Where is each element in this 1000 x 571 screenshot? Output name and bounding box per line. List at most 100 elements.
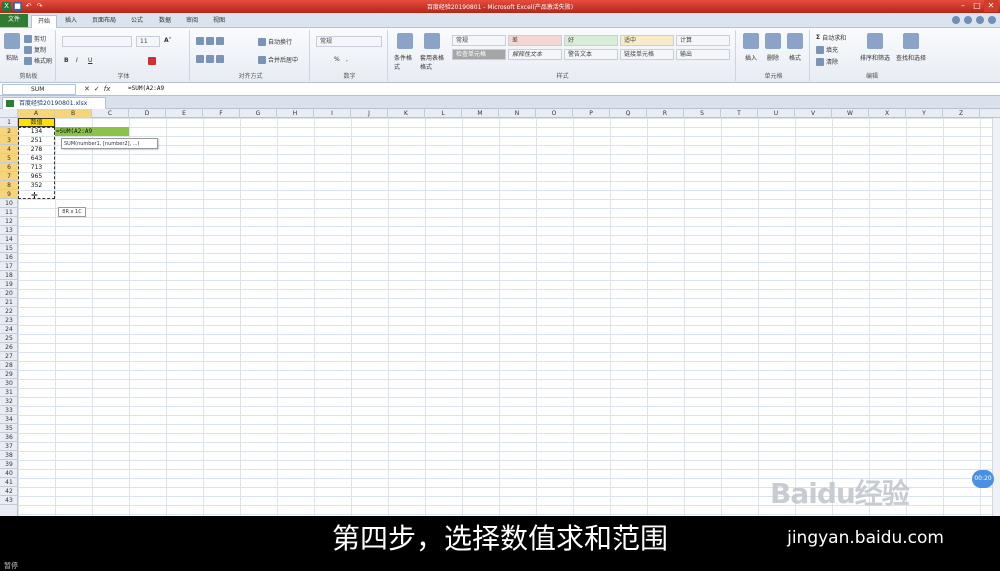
cancel-entry-icon[interactable]: ✕ xyxy=(84,84,90,95)
column-header-h[interactable]: H xyxy=(277,109,314,118)
row-header-6[interactable]: 6 xyxy=(0,163,18,172)
row-header-35[interactable]: 35 xyxy=(0,424,18,433)
row-header-37[interactable]: 37 xyxy=(0,442,18,451)
row-header-10[interactable]: 10 xyxy=(0,199,18,208)
row-header-41[interactable]: 41 xyxy=(0,478,18,487)
font-size-box[interactable]: 11 xyxy=(136,36,160,47)
help-icon[interactable] xyxy=(952,16,960,24)
row-header-23[interactable]: 23 xyxy=(0,316,18,325)
align-buttons[interactable] xyxy=(196,37,224,45)
row-header-31[interactable]: 31 xyxy=(0,388,18,397)
column-header-g[interactable]: G xyxy=(240,109,277,118)
cell-A7[interactable]: 965 xyxy=(18,172,55,181)
underline-button[interactable]: U xyxy=(88,57,92,64)
percent-button[interactable]: % xyxy=(334,56,340,63)
row-header-17[interactable]: 17 xyxy=(0,262,18,271)
style-normal[interactable]: 常规 xyxy=(452,35,506,46)
column-header-f[interactable]: F xyxy=(203,109,240,118)
style-linked-cell[interactable]: 链接单元格 xyxy=(620,49,674,60)
formula-input[interactable]: =SUM(A2:A9 xyxy=(128,84,994,95)
paste-button[interactable]: 粘贴 xyxy=(4,33,20,62)
tab-formulas[interactable]: 公式 xyxy=(125,15,149,28)
merge-center-button[interactable]: 合并后居中 xyxy=(258,55,298,64)
row-header-22[interactable]: 22 xyxy=(0,307,18,316)
row-header-20[interactable]: 20 xyxy=(0,289,18,298)
row-header-42[interactable]: 42 xyxy=(0,487,18,496)
row-header-9[interactable]: 9 xyxy=(0,190,18,199)
column-header-e[interactable]: E xyxy=(166,109,203,118)
ribbon-minimize-icon[interactable] xyxy=(964,16,972,24)
autosum-button[interactable]: Σ 自动求和 xyxy=(816,33,846,42)
insert-cells-button[interactable]: 插入 xyxy=(742,33,760,62)
tab-page-layout[interactable]: 页面布局 xyxy=(86,15,122,28)
conditional-format-button[interactable]: 条件格式 xyxy=(394,33,416,71)
italic-button[interactable]: I xyxy=(76,57,78,64)
row-header-28[interactable]: 28 xyxy=(0,361,18,370)
cell-A6[interactable]: 713 xyxy=(18,163,55,172)
row-header-16[interactable]: 16 xyxy=(0,253,18,262)
font-color-button[interactable] xyxy=(148,57,156,65)
clear-button[interactable]: 清除 xyxy=(816,57,838,66)
row-header-4[interactable]: 4 xyxy=(0,145,18,154)
column-header-z[interactable]: Z xyxy=(943,109,980,118)
row-header-14[interactable]: 14 xyxy=(0,235,18,244)
row-header-11[interactable]: 11 xyxy=(0,208,18,217)
tab-review[interactable]: 审阅 xyxy=(180,15,204,28)
close-button[interactable]: ✕ xyxy=(984,0,998,12)
row-header-12[interactable]: 12 xyxy=(0,217,18,226)
format-painter-button[interactable]: 格式刷 xyxy=(24,56,52,65)
column-header-k[interactable]: K xyxy=(388,109,425,118)
cell-B2-editing[interactable]: =SUM(A2:A9 xyxy=(55,127,129,136)
cell-A5[interactable]: 643 xyxy=(18,154,55,163)
column-header-a[interactable]: A xyxy=(18,109,55,118)
row-header-39[interactable]: 39 xyxy=(0,460,18,469)
column-header-j[interactable]: J xyxy=(351,109,388,118)
row-header-3[interactable]: 3 xyxy=(0,136,18,145)
name-box[interactable]: SUM xyxy=(2,84,76,95)
row-header-26[interactable]: 26 xyxy=(0,343,18,352)
style-calculation[interactable]: 计算 xyxy=(676,35,730,46)
column-header-x[interactable]: X xyxy=(869,109,906,118)
row-header-43[interactable]: 43 xyxy=(0,496,18,505)
row-header-30[interactable]: 30 xyxy=(0,379,18,388)
column-header-t[interactable]: T xyxy=(721,109,758,118)
minimize-button[interactable]: – xyxy=(956,0,970,12)
maximize-button[interactable]: □ xyxy=(970,0,984,12)
bold-button[interactable]: B xyxy=(64,57,69,64)
fill-button[interactable]: 填充 xyxy=(816,45,838,54)
grow-font-button[interactable]: A˄ xyxy=(164,37,172,44)
column-header-p[interactable]: P xyxy=(573,109,610,118)
row-header-36[interactable]: 36 xyxy=(0,433,18,442)
style-check-cell[interactable]: 检查单元格 xyxy=(452,49,506,60)
row-header-32[interactable]: 32 xyxy=(0,397,18,406)
column-header-o[interactable]: O xyxy=(536,109,573,118)
row-header-15[interactable]: 15 xyxy=(0,244,18,253)
row-header-34[interactable]: 34 xyxy=(0,415,18,424)
row-header-21[interactable]: 21 xyxy=(0,298,18,307)
row-header-24[interactable]: 24 xyxy=(0,325,18,334)
style-neutral[interactable]: 适中 xyxy=(620,35,674,46)
sort-filter-button[interactable]: 排序和筛选 xyxy=(860,33,890,62)
row-header-13[interactable]: 13 xyxy=(0,226,18,235)
row-header-5[interactable]: 5 xyxy=(0,154,18,163)
row-header-25[interactable]: 25 xyxy=(0,334,18,343)
cell-A3[interactable]: 251 xyxy=(18,136,55,145)
tab-insert[interactable]: 插入 xyxy=(59,15,83,28)
tab-file[interactable]: 文件 xyxy=(0,14,28,27)
comma-button[interactable]: , xyxy=(346,56,348,63)
horizontal-align-buttons[interactable] xyxy=(196,55,224,63)
row-header-18[interactable]: 18 xyxy=(0,271,18,280)
column-header-m[interactable]: M xyxy=(462,109,499,118)
cell-A1[interactable]: 数值 xyxy=(18,118,55,127)
row-header-7[interactable]: 7 xyxy=(0,172,18,181)
column-header-v[interactable]: V xyxy=(795,109,832,118)
wrap-text-button[interactable]: 自动换行 xyxy=(258,37,292,46)
select-all-corner[interactable] xyxy=(0,109,18,118)
column-header-l[interactable]: L xyxy=(425,109,462,118)
font-name-box[interactable] xyxy=(62,36,132,47)
column-header-q[interactable]: Q xyxy=(610,109,647,118)
cell-A4[interactable]: 278 xyxy=(18,145,55,154)
cut-button[interactable]: 剪切 xyxy=(24,34,46,43)
insert-function-icon[interactable]: fx xyxy=(104,84,111,95)
format-as-table-button[interactable]: 套用表格格式 xyxy=(420,33,444,71)
